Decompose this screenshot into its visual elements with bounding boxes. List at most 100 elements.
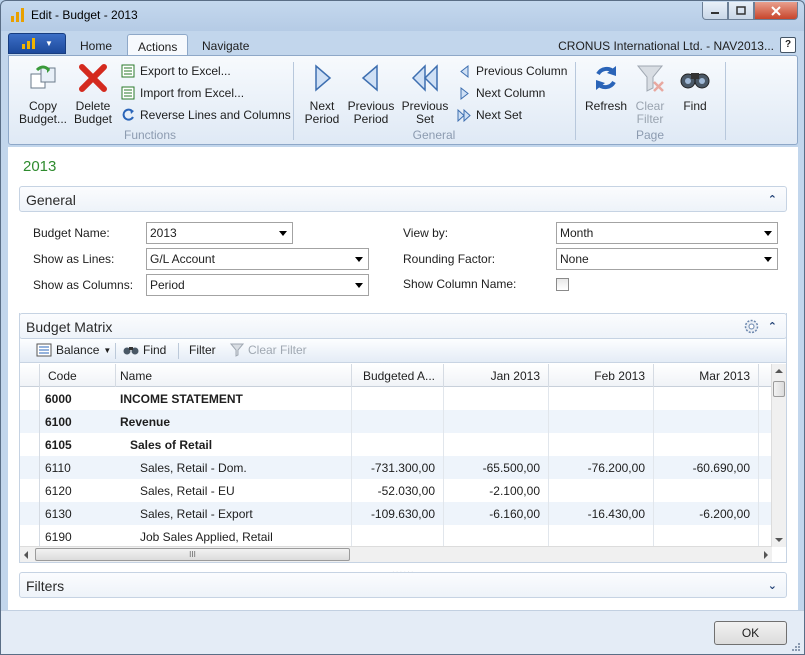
cell-budgeted-amount[interactable]: -109.630,00 bbox=[352, 502, 444, 525]
row-selector[interactable] bbox=[20, 410, 40, 433]
table-row[interactable]: 6190 Job Sales Applied, Retail bbox=[20, 525, 772, 547]
cell-mar-2013[interactable] bbox=[654, 433, 759, 456]
clear-filter-button[interactable]: Clear Filter bbox=[629, 62, 671, 126]
table-row[interactable]: 6110 Sales, Retail - Dom. -731.300,00 -65.5… bbox=[20, 456, 772, 479]
row-selector[interactable] bbox=[20, 479, 40, 502]
cell-budgeted-amount[interactable] bbox=[352, 410, 444, 433]
scroll-right-icon[interactable] bbox=[764, 551, 768, 559]
close-button[interactable] bbox=[754, 2, 798, 20]
dropdown-arrow-icon[interactable] bbox=[764, 231, 772, 236]
balance-button[interactable]: Balance ▼ bbox=[36, 343, 111, 357]
cell-code[interactable]: 6105 bbox=[40, 433, 116, 456]
next-column-button[interactable]: Next Column bbox=[457, 84, 545, 102]
cell-feb-2013[interactable] bbox=[549, 433, 654, 456]
table-row[interactable]: 6130 Sales, Retail - Export -109.630,00 -6.… bbox=[20, 502, 772, 525]
previous-column-button[interactable]: Previous Column bbox=[457, 62, 567, 80]
scroll-left-icon[interactable] bbox=[24, 551, 28, 559]
matrix-find-button[interactable]: Find bbox=[123, 343, 166, 357]
cell-feb-2013[interactable] bbox=[549, 479, 654, 502]
export-to-excel-button[interactable]: Export to Excel... bbox=[121, 62, 231, 80]
help-icon[interactable]: ? bbox=[780, 37, 796, 53]
row-selector[interactable] bbox=[20, 433, 40, 456]
row-selector[interactable] bbox=[20, 387, 40, 410]
import-from-excel-button[interactable]: Import from Excel... bbox=[121, 84, 244, 102]
cell-feb-2013[interactable] bbox=[549, 525, 654, 547]
budget-name-field[interactable]: 2013 bbox=[146, 222, 293, 244]
cell-name[interactable]: Sales of Retail bbox=[116, 433, 352, 456]
cell-jan-2013[interactable]: -65.500,00 bbox=[444, 456, 549, 479]
tab-actions[interactable]: Actions bbox=[127, 34, 189, 56]
matrix-clear-filter-button[interactable]: Clear Filter bbox=[230, 343, 307, 357]
cell-name[interactable]: Sales, Retail - Export bbox=[116, 502, 352, 525]
maximize-button[interactable] bbox=[728, 2, 754, 20]
column-header-mar-2013[interactable]: Mar 2013 bbox=[654, 364, 759, 387]
column-header-budgeted-amount[interactable]: Budgeted A... bbox=[352, 364, 444, 387]
cell-budgeted-amount[interactable] bbox=[352, 433, 444, 456]
cell-jan-2013[interactable] bbox=[444, 525, 549, 547]
cell-budgeted-amount[interactable] bbox=[352, 387, 444, 410]
previous-set-button[interactable]: Previous Set bbox=[399, 62, 451, 126]
cell-jan-2013[interactable] bbox=[444, 410, 549, 433]
tab-navigate[interactable]: Navigate bbox=[192, 34, 259, 56]
cell-jan-2013[interactable] bbox=[444, 387, 549, 410]
cell-mar-2013[interactable] bbox=[654, 525, 759, 547]
show-as-columns-field[interactable]: Period bbox=[146, 274, 369, 296]
show-column-name-checkbox[interactable] bbox=[556, 278, 569, 291]
dropdown-arrow-icon[interactable] bbox=[355, 257, 363, 262]
show-as-lines-field[interactable]: G/L Account bbox=[146, 248, 369, 270]
cell-budgeted-amount[interactable]: -52.030,00 bbox=[352, 479, 444, 502]
scroll-up-icon[interactable] bbox=[775, 369, 783, 373]
cell-feb-2013[interactable] bbox=[549, 410, 654, 433]
table-row[interactable]: 6105 Sales of Retail bbox=[20, 433, 772, 456]
cell-mar-2013[interactable] bbox=[654, 410, 759, 433]
column-header-code[interactable]: Code bbox=[40, 364, 116, 387]
cell-feb-2013[interactable]: -76.200,00 bbox=[549, 456, 654, 479]
resize-grip-icon[interactable] bbox=[791, 642, 801, 652]
application-menu-button[interactable]: ▼ bbox=[8, 33, 66, 54]
table-row[interactable]: 6120 Sales, Retail - EU -52.030,00 -2.100,0… bbox=[20, 479, 772, 502]
expand-icon[interactable]: ⌄ bbox=[768, 579, 777, 592]
general-fasttab-header[interactable]: General ⌃ bbox=[19, 186, 787, 212]
view-by-field[interactable]: Month bbox=[556, 222, 778, 244]
cell-code[interactable]: 6110 bbox=[40, 456, 116, 479]
row-selector[interactable] bbox=[20, 502, 40, 525]
cell-code[interactable]: 6190 bbox=[40, 525, 116, 547]
dropdown-arrow-icon[interactable] bbox=[355, 283, 363, 288]
delete-budget-button[interactable]: Delete Budget bbox=[71, 62, 115, 126]
table-row[interactable]: 6000 INCOME STATEMENT bbox=[20, 387, 772, 410]
cell-mar-2013[interactable]: -60.690,00 bbox=[654, 456, 759, 479]
cell-name[interactable]: Sales, Retail - EU bbox=[116, 479, 352, 502]
cell-mar-2013[interactable]: -6.200,00 bbox=[654, 502, 759, 525]
row-selector[interactable] bbox=[20, 525, 40, 547]
vertical-scroll-thumb[interactable] bbox=[773, 381, 785, 397]
tab-home[interactable]: Home bbox=[70, 34, 122, 56]
cell-budgeted-amount[interactable]: -731.300,00 bbox=[352, 456, 444, 479]
matrix-filter-button[interactable]: Filter bbox=[189, 343, 216, 357]
rounding-factor-field[interactable]: None bbox=[556, 248, 778, 270]
next-set-button[interactable]: Next Set bbox=[457, 106, 522, 124]
cell-code[interactable]: 6120 bbox=[40, 479, 116, 502]
column-header-name[interactable]: Name bbox=[116, 364, 352, 387]
table-row[interactable]: 6100 Revenue bbox=[20, 410, 772, 433]
refresh-button[interactable]: Refresh bbox=[583, 62, 629, 113]
cell-feb-2013[interactable] bbox=[549, 387, 654, 410]
column-header-jan-2013[interactable]: Jan 2013 bbox=[444, 364, 549, 387]
cell-jan-2013[interactable] bbox=[444, 433, 549, 456]
cell-name[interactable]: Job Sales Applied, Retail bbox=[116, 525, 352, 547]
cell-jan-2013[interactable]: -2.100,00 bbox=[444, 479, 549, 502]
copy-budget-button[interactable]: Copy Budget... bbox=[15, 62, 71, 126]
vertical-scrollbar[interactable] bbox=[771, 364, 786, 547]
cell-name[interactable]: INCOME STATEMENT bbox=[116, 387, 352, 410]
find-button[interactable]: Find bbox=[673, 62, 717, 113]
cell-mar-2013[interactable] bbox=[654, 387, 759, 410]
cell-jan-2013[interactable]: -6.160,00 bbox=[444, 502, 549, 525]
cell-budgeted-amount[interactable] bbox=[352, 525, 444, 547]
cell-name[interactable]: Sales, Retail - Dom. bbox=[116, 456, 352, 479]
scroll-down-icon[interactable] bbox=[775, 538, 783, 542]
ok-button[interactable]: OK bbox=[714, 621, 787, 645]
cell-code[interactable]: 6100 bbox=[40, 410, 116, 433]
filters-fasttab-header[interactable]: Filters ⌄ bbox=[19, 572, 787, 598]
horizontal-scrollbar[interactable]: III bbox=[20, 546, 772, 562]
cell-code[interactable]: 6000 bbox=[40, 387, 116, 410]
cell-feb-2013[interactable]: -16.430,00 bbox=[549, 502, 654, 525]
